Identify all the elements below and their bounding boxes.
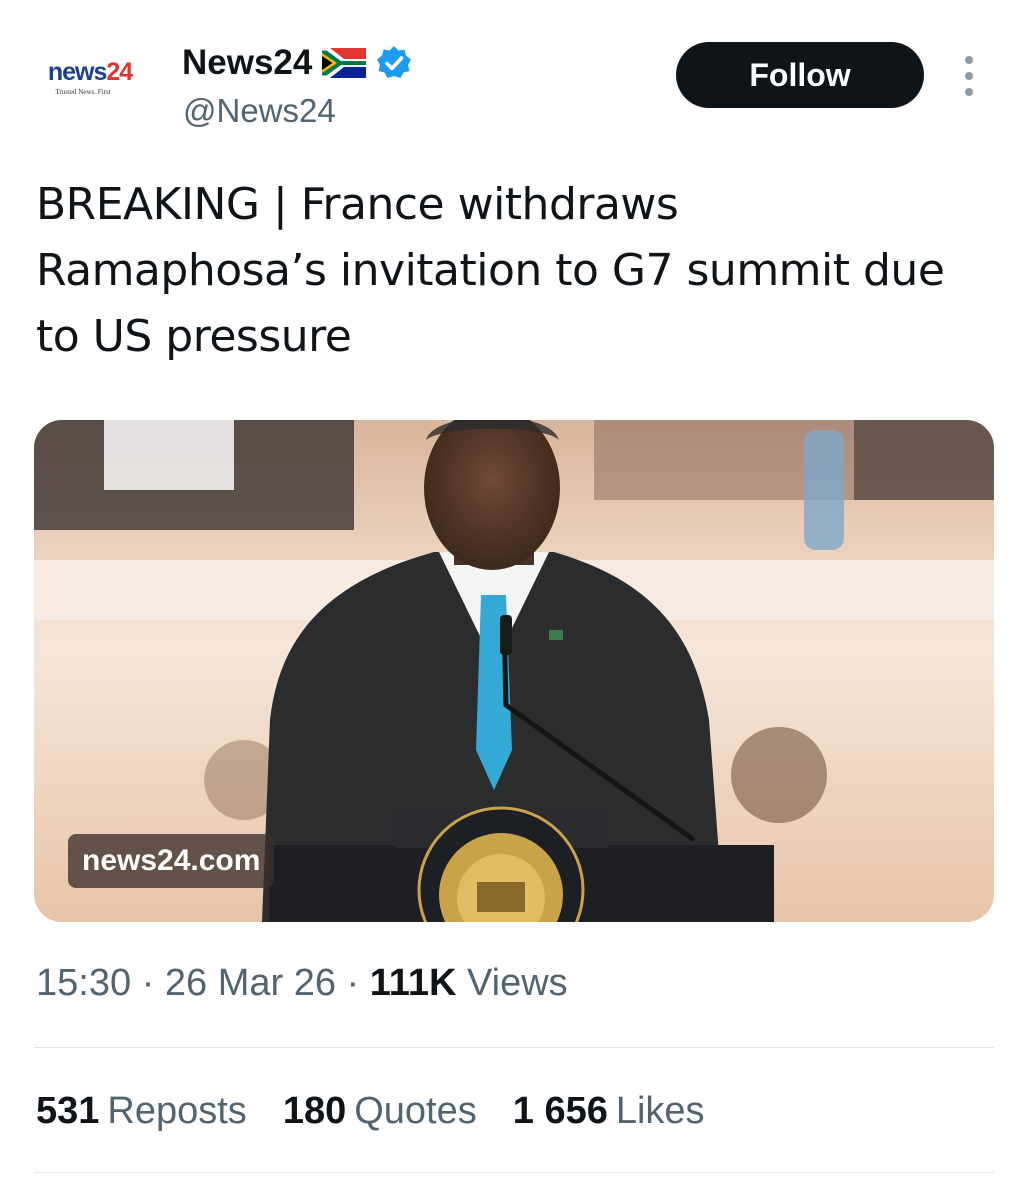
quotes-stat[interactable]: 180 Quotes [283, 1090, 477, 1133]
source-link-badge[interactable]: news24.com [68, 834, 275, 888]
tweet-meta: 15:30 · 26 Mar 26 · 111K Views [36, 962, 568, 1005]
author-display-name[interactable]: News24 [182, 43, 312, 83]
tweet-time[interactable]: 15:30 [36, 962, 131, 1004]
more-options-icon[interactable] [958, 56, 980, 96]
follow-button[interactable]: Follow [676, 42, 924, 108]
meta-separator: · [141, 962, 155, 1004]
views-label: Views [466, 962, 568, 1004]
tweet-date[interactable]: 26 Mar 26 [165, 962, 336, 1004]
quotes-label: Quotes [354, 1090, 477, 1132]
verified-badge-icon [377, 46, 412, 78]
likes-count: 1 656 [512, 1090, 608, 1132]
divider [34, 1047, 994, 1048]
news24-logo: news24 [47, 58, 133, 86]
divider [34, 1172, 994, 1173]
tweet-text: BREAKING | France withdraws Ramaphosa’s … [36, 179, 945, 362]
avatar[interactable]: news24 Trusted News. First [34, 42, 146, 114]
author-name-row: News24 [182, 42, 412, 84]
likes-label: Likes [615, 1090, 705, 1132]
likes-stat[interactable]: 1 656 Likes [513, 1090, 705, 1133]
reposts-label: Reposts [107, 1090, 247, 1132]
quotes-count: 180 [282, 1090, 347, 1132]
author-handle[interactable]: @News24 [183, 92, 336, 130]
views-count: 111K [369, 962, 457, 1004]
south-africa-flag-icon [322, 48, 367, 78]
reposts-count: 531 [36, 1090, 100, 1132]
meta-separator: · [346, 962, 360, 1004]
reposts-stat[interactable]: 531 Reposts [36, 1090, 247, 1133]
engagement-stats: 531 Reposts 180 Quotes 1 656 Likes [36, 1090, 741, 1133]
logo-tagline: Trusted News. First [55, 88, 111, 96]
